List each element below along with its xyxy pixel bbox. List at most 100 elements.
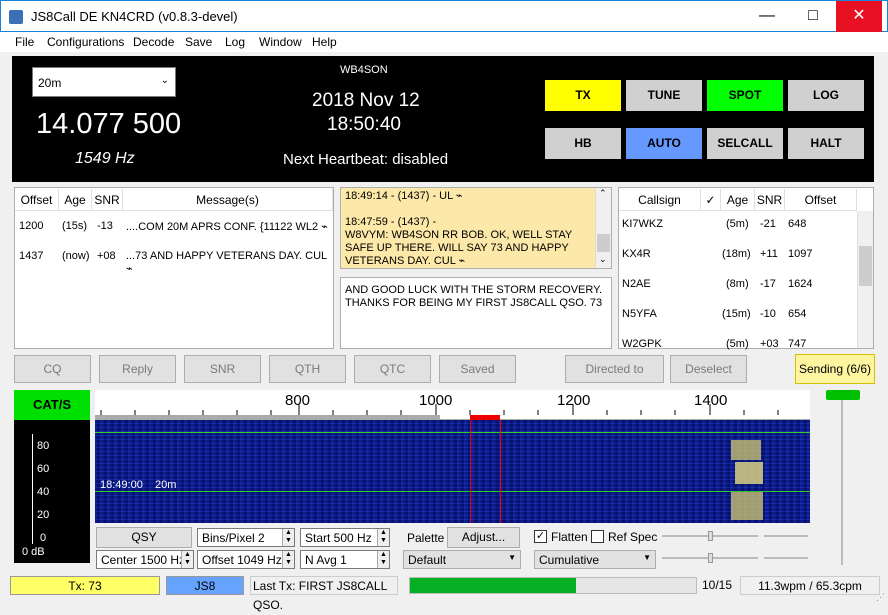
spin-arrows-icon[interactable]: ▲ ▼: [282, 551, 294, 568]
log-button[interactable]: LOG: [788, 80, 864, 111]
audio-offset: 1549 Hz: [75, 150, 135, 167]
snr-button[interactable]: SNR: [184, 355, 261, 383]
offset-spinbox[interactable]: Offset 1049 Hz ▲ ▼: [197, 550, 295, 569]
meter-tick: 20: [37, 509, 50, 521]
cat-status[interactable]: CAT/S: [14, 390, 90, 420]
rx-line: W8VYM: WB4SON RR BOB. OK, WELL STAY SAFE…: [345, 229, 572, 267]
directed-button[interactable]: Directed to W8VYM: [565, 355, 664, 402]
menu-help[interactable]: Help: [312, 35, 337, 49]
column-offset[interactable]: Offset: [15, 189, 59, 211]
spin-arrows-icon[interactable]: ▲ ▼: [377, 529, 389, 546]
callsign-cell[interactable]: KX4R: [622, 248, 651, 260]
selected-station: WB4SON: [340, 64, 388, 76]
qth-button[interactable]: QTH: [269, 355, 346, 383]
saved-button[interactable]: Saved: [439, 355, 516, 383]
gain-slider-handle[interactable]: [826, 390, 860, 400]
band-select[interactable]: 20m ⌄: [32, 67, 176, 97]
cq-button[interactable]: CQ: [14, 355, 91, 383]
gain-slider-track: [841, 397, 843, 565]
waterfall-timestamp: 18:49:00: [100, 479, 143, 491]
deselect-button[interactable]: Deselect: [670, 355, 747, 383]
qsy-button[interactable]: QSY: [96, 527, 192, 548]
call-scrollbar[interactable]: [857, 211, 873, 348]
snr-cell: +11: [760, 248, 778, 260]
age-cell: (8m): [726, 278, 749, 290]
age-cell: (18m): [722, 248, 751, 260]
mode-status: JS8: [166, 576, 244, 595]
column-snr[interactable]: SNR: [92, 189, 123, 211]
reply-button[interactable]: Reply: [99, 355, 176, 383]
row-offset: 1200: [19, 220, 44, 232]
spectrum-mode-dropdown[interactable]: Cumulative ▼: [534, 550, 656, 569]
scroll-thumb[interactable]: [859, 246, 872, 286]
row-message[interactable]: ...73 AND HAPPY VETERANS DAY. CUL ⌁: [126, 250, 333, 275]
column-messages[interactable]: Message(s): [123, 189, 333, 211]
waterfall-band: 20m: [155, 479, 177, 491]
dropdown-arrow-icon: ▼: [508, 553, 516, 562]
center-spinbox[interactable]: Center 1500 Hz ▲ ▼: [96, 550, 194, 569]
band-activity-table[interactable]: Offset Age SNR Message(s) 1200 (15s) -13…: [14, 187, 334, 349]
tune-button[interactable]: TUNE: [626, 80, 702, 111]
snr-cell: -21: [760, 218, 776, 230]
callsign-cell[interactable]: KI7WKZ: [622, 218, 663, 230]
qtc-button[interactable]: QTC: [354, 355, 431, 383]
menu-window[interactable]: Window: [259, 35, 302, 49]
tx-status: Tx: 73: [10, 576, 160, 595]
resize-grip-icon[interactable]: ⋰: [876, 592, 885, 603]
refspec-checkbox[interactable]: [591, 530, 604, 543]
navg-spinbox[interactable]: N Avg 1 ▲ ▼: [300, 550, 390, 569]
age-cell: (5m): [726, 338, 749, 350]
auto-button[interactable]: AUTO: [626, 128, 702, 159]
menu-log[interactable]: Log: [225, 35, 245, 49]
spin-arrows-icon[interactable]: ▲ ▼: [181, 551, 193, 568]
row-message[interactable]: ....COM 20M APRS CONF. {11122 WL2 ⌁: [126, 220, 328, 233]
flatten-checkbox[interactable]: ✓: [534, 530, 547, 543]
age-cell: (15m): [722, 308, 751, 320]
start-spinbox[interactable]: Start 500 Hz ▲ ▼: [300, 528, 390, 547]
meter-tick: 0: [40, 532, 47, 544]
menu-decode[interactable]: Decode: [133, 35, 174, 49]
tx-marker-line: [470, 420, 471, 523]
close-button[interactable]: ✕: [836, 1, 882, 32]
menu-configurations[interactable]: Configurations: [47, 35, 124, 49]
tx-button[interactable]: TX: [545, 80, 621, 111]
menu-save[interactable]: Save: [185, 35, 212, 49]
title-bar: JS8Call DE KN4CRD (v0.8.3-devel) — □ ✕: [0, 0, 888, 32]
sending-button[interactable]: Sending (6/6): [795, 354, 875, 384]
spin-arrows-icon[interactable]: ▲ ▼: [282, 529, 294, 546]
callsign-cell[interactable]: N5YFA: [622, 308, 657, 320]
slider-handle[interactable]: [708, 553, 713, 563]
column-age[interactable]: Age: [59, 189, 92, 211]
selcall-button[interactable]: SELCALL: [707, 128, 783, 159]
refspec-label: Ref Spec: [608, 530, 658, 544]
snr-cell: +03: [760, 338, 779, 350]
tx-progress-fill: [410, 578, 576, 593]
age-cell: (5m): [726, 218, 749, 230]
meter-axis: [32, 434, 33, 544]
waterfall-display[interactable]: 18:49:00 20m: [95, 420, 810, 523]
row-snr: -13: [97, 220, 113, 232]
bins-spinbox[interactable]: Bins/Pixel 2 ▲ ▼: [197, 528, 295, 547]
rx-text-area[interactable]: 18:49:14 - (1437) - UL ⌁ 18:47:59 - (143…: [340, 187, 612, 269]
meter-db-label: 0 dB: [22, 546, 45, 558]
offset-cell: 1624: [788, 278, 813, 290]
callsign-cell[interactable]: N2AE: [622, 278, 651, 290]
snr-cell: -17: [760, 278, 776, 290]
tx-text-area[interactable]: AND GOOD LUCK WITH THE STORM RECOVERY. T…: [340, 277, 612, 349]
spot-button[interactable]: SPOT: [707, 80, 783, 111]
minimize-button[interactable]: —: [744, 1, 790, 32]
offset-cell: 654: [788, 308, 807, 320]
halt-button[interactable]: HALT: [788, 128, 864, 159]
frequency-ruler[interactable]: 800 1000 1200 1400: [95, 390, 810, 420]
slider-handle[interactable]: [708, 531, 713, 541]
menu-file[interactable]: File: [15, 35, 34, 49]
spin-arrows-icon[interactable]: ▲ ▼: [377, 551, 389, 568]
adjust-button[interactable]: Adjust...: [447, 527, 520, 548]
scroll-thumb[interactable]: [597, 234, 610, 252]
meter-tick: 40: [37, 486, 50, 498]
rx-scrollbar[interactable]: ⌃ ⌄: [595, 188, 611, 268]
callsign-cell[interactable]: W2GPK: [622, 338, 662, 350]
maximize-button[interactable]: □: [790, 1, 836, 32]
palette-dropdown[interactable]: Default ▼: [403, 550, 521, 569]
hb-button[interactable]: HB: [545, 128, 621, 159]
